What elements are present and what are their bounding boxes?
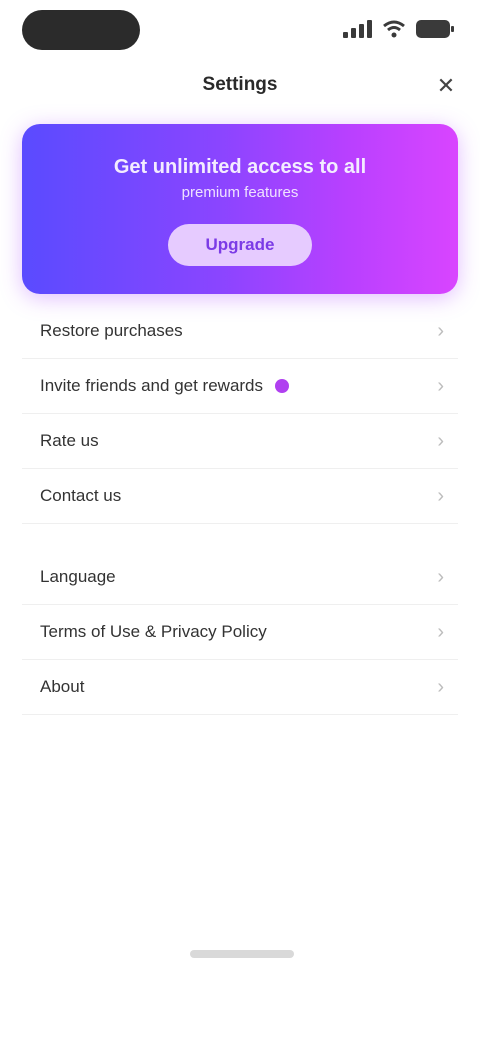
settings-group-main: Restore purchases › Invite friends and g… bbox=[0, 304, 480, 524]
row-label: Terms of Use & Privacy Policy bbox=[40, 622, 267, 641]
restore-purchases-row[interactable]: Restore purchases › bbox=[22, 304, 458, 359]
premium-promo-card: Get unlimited access to all premium feat… bbox=[22, 124, 458, 294]
page-title: Settings bbox=[202, 74, 278, 95]
language-row[interactable]: Language › bbox=[22, 550, 458, 605]
status-bar bbox=[0, 0, 480, 60]
promo-subtitle: premium features bbox=[181, 184, 299, 201]
battery-icon bbox=[416, 20, 454, 38]
settings-group-info: Language › Terms of Use & Privacy Policy… bbox=[0, 550, 480, 715]
about-row[interactable]: About › bbox=[22, 660, 458, 715]
nav-header: Settings ✕ bbox=[0, 66, 480, 106]
promo-title: Get unlimited access to all bbox=[113, 156, 367, 178]
notification-badge bbox=[275, 379, 290, 393]
home-indicator[interactable] bbox=[190, 950, 294, 958]
close-icon[interactable]: ✕ bbox=[432, 72, 460, 100]
upgrade-button[interactable]: Upgrade bbox=[168, 224, 312, 266]
chevron-right-icon: › bbox=[437, 484, 444, 507]
status-icons bbox=[343, 20, 454, 38]
chevron-right-icon: › bbox=[437, 675, 444, 698]
row-label: About bbox=[40, 677, 85, 696]
chevron-right-icon: › bbox=[437, 620, 444, 643]
row-label: Restore purchases bbox=[40, 321, 183, 340]
row-label: Rate us bbox=[40, 431, 99, 450]
row-label: Language bbox=[40, 567, 116, 586]
signal-icon bbox=[343, 20, 372, 38]
chevron-right-icon: › bbox=[437, 319, 444, 342]
contact-us-row[interactable]: Contact us › bbox=[22, 469, 458, 524]
rate-us-row[interactable]: Rate us › bbox=[22, 414, 458, 469]
dynamic-island bbox=[22, 10, 140, 50]
chevron-right-icon: › bbox=[437, 565, 444, 588]
terms-privacy-row[interactable]: Terms of Use & Privacy Policy › bbox=[22, 605, 458, 660]
wifi-icon bbox=[383, 20, 405, 38]
invite-friends-row[interactable]: Invite friends and get rewards › bbox=[22, 359, 458, 414]
row-label: Invite friends and get rewards bbox=[40, 376, 264, 395]
chevron-right-icon: › bbox=[437, 374, 444, 397]
chevron-right-icon: › bbox=[437, 429, 444, 452]
row-label: Contact us bbox=[40, 486, 122, 505]
